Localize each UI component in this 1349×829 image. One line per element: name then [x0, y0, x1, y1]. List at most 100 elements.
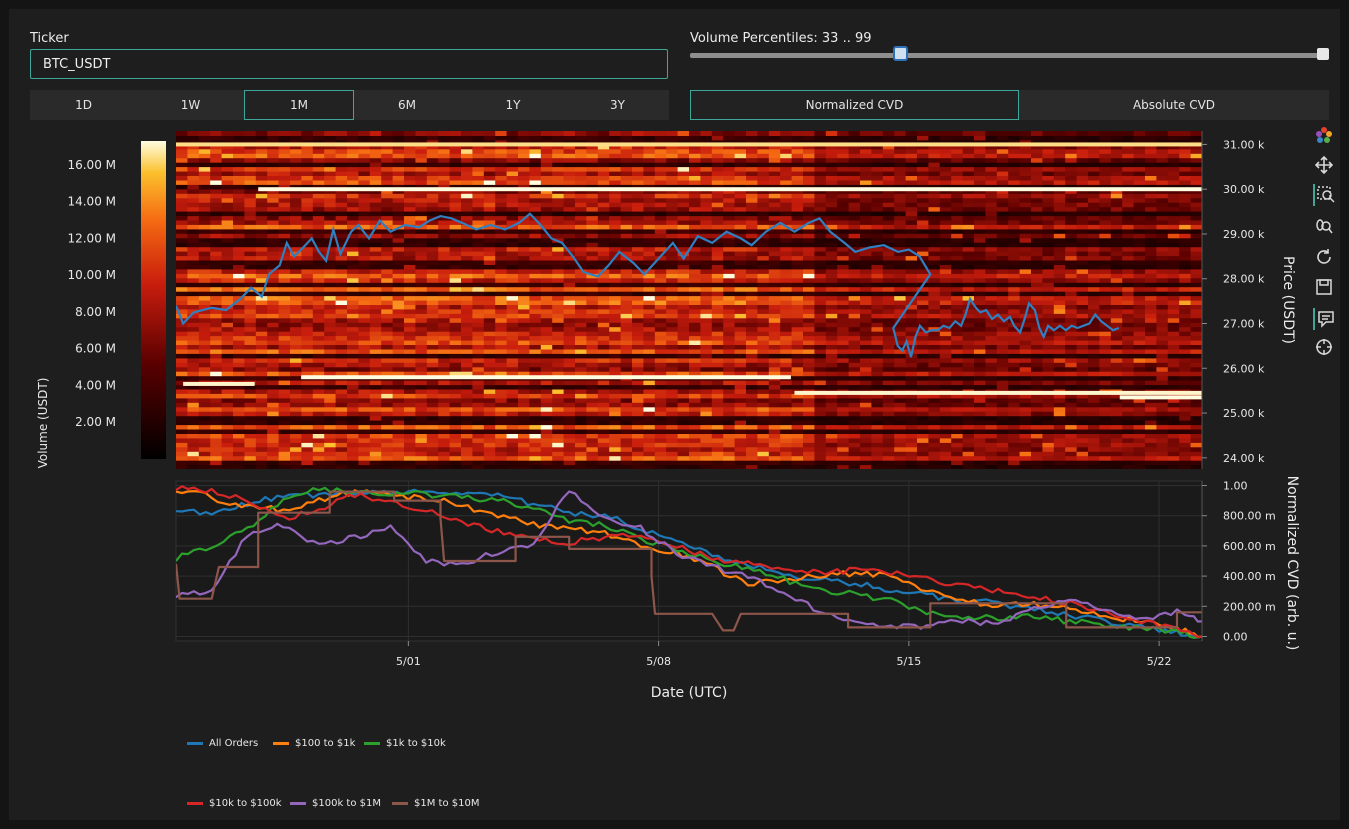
heatmap-cell — [723, 268, 736, 274]
heatmap-cell — [335, 331, 348, 337]
heatmap-cell — [643, 464, 656, 469]
heatmap-cell — [438, 228, 451, 234]
heatmap-cell — [404, 446, 416, 452]
heatmap-cell — [768, 322, 781, 328]
heatmap-cell — [700, 406, 713, 412]
heatmap-cell — [871, 357, 884, 363]
heatmap-cell — [575, 286, 587, 292]
heatmap-cell — [711, 424, 724, 430]
heatmap-cell — [734, 242, 747, 248]
heatmap-cell — [563, 282, 576, 288]
heatmap-cell — [711, 384, 724, 390]
heatmap-cell — [768, 446, 781, 452]
heatmap-cell — [301, 464, 314, 469]
heatmap-cell — [210, 357, 223, 363]
heatmap-cell — [1053, 242, 1066, 248]
heatmap-cell — [461, 322, 473, 328]
heatmap-cell — [392, 353, 405, 359]
heatmap-cell — [871, 429, 884, 434]
heatmap-cell — [381, 340, 394, 345]
heatmap-cell — [1145, 282, 1157, 288]
heatmap-cell — [358, 384, 371, 390]
heatmap-cell — [666, 331, 679, 337]
heatmap-cell — [267, 446, 280, 452]
heatmap-cell — [1133, 277, 1146, 283]
heatmap-cell — [951, 384, 964, 390]
heatmap-cell — [358, 322, 371, 328]
heatmap-cell — [654, 286, 667, 292]
heatmap-cell — [1088, 224, 1100, 230]
heatmap-cell — [369, 353, 382, 359]
heatmap-cell — [461, 429, 473, 434]
heatmap-cell — [837, 268, 850, 274]
heatmap-cell — [483, 233, 496, 239]
heatmap-cell — [780, 348, 793, 354]
heatmap-cell — [518, 353, 530, 359]
heatmap-cell — [461, 300, 473, 305]
heatmap-cell — [1042, 224, 1055, 230]
heatmap-cell — [609, 429, 622, 434]
heatmap-cell — [176, 415, 188, 421]
heatmap-cell — [438, 317, 451, 323]
heatmap-cell — [803, 446, 815, 452]
heatmap-cell — [974, 464, 986, 469]
heatmap-cell — [1122, 433, 1135, 439]
heatmap-cell — [597, 335, 610, 341]
heatmap-cell — [723, 326, 736, 332]
heatmap-cell — [780, 273, 793, 279]
heatmap-cell — [734, 420, 747, 426]
heatmap-cell — [221, 366, 234, 372]
heatmap-cell — [1031, 424, 1043, 430]
heatmap-cell — [529, 353, 542, 359]
heatmap-cell — [939, 344, 952, 350]
heatmap-cell — [529, 388, 542, 394]
heatmap-cell — [1167, 242, 1180, 248]
heatmap-cell — [495, 268, 508, 274]
heatmap-cell — [1076, 300, 1089, 305]
heatmap-cell — [620, 291, 633, 297]
heatmap-cell — [1145, 380, 1157, 386]
heatmap-cell — [643, 460, 656, 466]
heatmap-cell — [1190, 228, 1202, 234]
heatmap-cell — [1076, 291, 1089, 297]
heatmap-cell — [1190, 273, 1202, 279]
heatmap-cell — [1042, 255, 1055, 261]
heatmap-cell — [210, 326, 223, 332]
heatmap-cell — [825, 411, 838, 417]
heatmap-cell — [1042, 357, 1055, 363]
heatmap-cell — [552, 304, 565, 310]
heatmap-cell — [381, 242, 394, 248]
heatmap-cell — [290, 433, 302, 439]
heatmap-cell — [1133, 411, 1146, 417]
heatmap-cell — [324, 353, 337, 359]
heatmap-cell — [905, 224, 918, 230]
heatmap-cell — [1008, 406, 1021, 412]
heatmap-cell — [871, 460, 884, 466]
heatmap-cell — [426, 228, 439, 234]
heatmap-cell — [415, 233, 428, 239]
heatmap-cell — [860, 371, 872, 377]
heatmap-cell — [768, 295, 781, 301]
heatmap-cell — [871, 233, 884, 239]
heatmap-cell — [301, 460, 314, 466]
heatmap-cell — [1065, 251, 1078, 257]
heatmap-cell — [529, 228, 542, 234]
heatmap-cell — [985, 451, 998, 457]
heatmap-cell — [426, 344, 439, 350]
heatmap-cell — [882, 464, 895, 469]
heatmap-cell — [518, 411, 530, 417]
heatmap-cell — [951, 246, 964, 252]
heatmap-cell — [848, 429, 861, 434]
heatmap-cell — [426, 464, 439, 469]
heatmap-cell — [392, 402, 405, 408]
heatmap-cell — [392, 242, 405, 248]
heatmap-cell — [905, 362, 918, 368]
heatmap-cell — [654, 420, 667, 426]
heatmap-cell — [791, 415, 804, 421]
heatmap-cell — [1042, 228, 1055, 234]
heatmap-cell — [381, 406, 394, 412]
heatmap-cell — [278, 464, 291, 469]
heatmap-cell — [609, 233, 622, 239]
heatmap-cell — [632, 242, 644, 248]
heatmap-cell — [666, 451, 679, 457]
